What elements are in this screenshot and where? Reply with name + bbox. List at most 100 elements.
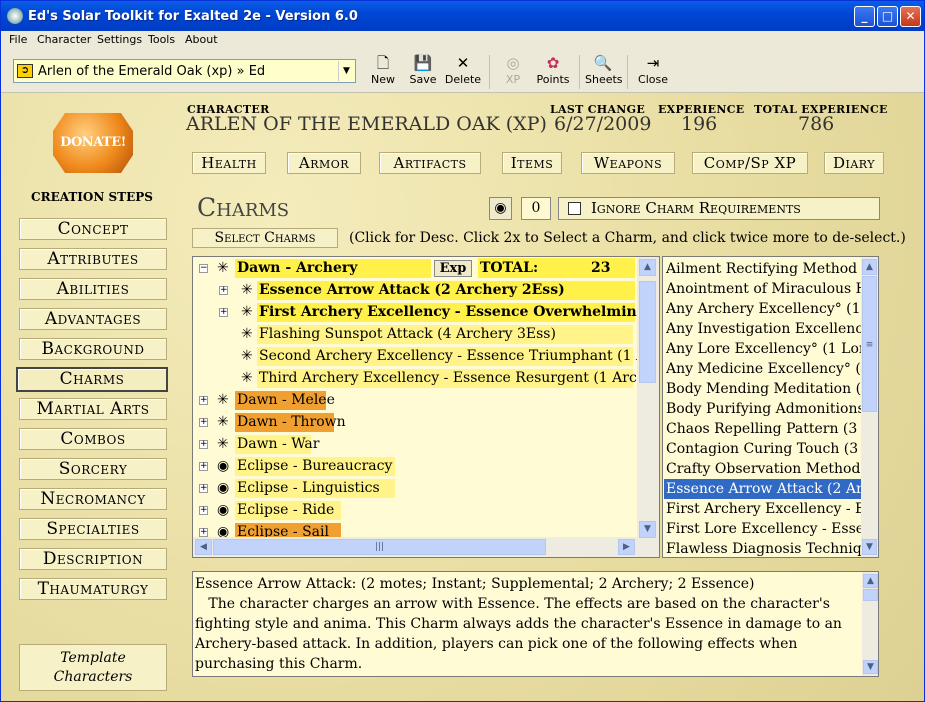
- tree-row[interactable]: + ◉ Eclipse - Ride: [193, 500, 637, 521]
- tree-row[interactable]: ✳ Flashing Sunspot Attack (4 Archery 3Ess…: [193, 324, 637, 345]
- expand-toggle-icon[interactable]: +: [199, 396, 208, 405]
- step-specialties[interactable]: Specialties: [19, 518, 167, 540]
- points-button[interactable]: ✿ Points: [536, 53, 570, 86]
- maximize-button[interactable]: □: [877, 6, 898, 27]
- menu-file[interactable]: File: [9, 33, 27, 46]
- tree-row[interactable]: ✳ Second Archery Excellency - Essence Tri…: [193, 346, 659, 367]
- step-abilities[interactable]: Abilities: [19, 278, 167, 300]
- save-button[interactable]: 💾 Save: [408, 53, 438, 86]
- expand-toggle-icon[interactable]: +: [219, 308, 228, 317]
- charm-list-item[interactable]: Any Investigation Excellency°: [666, 319, 863, 339]
- step-sorcery[interactable]: Sorcery: [19, 458, 167, 480]
- tree-scroll-up[interactable]: ▲: [639, 259, 656, 276]
- charm-list-item[interactable]: First Archery Excellency - Ess: [666, 499, 863, 519]
- tree-row[interactable]: + ✳ Essence Arrow Attack (2 Archery 2Ess): [193, 280, 637, 301]
- last-change-value: 6/27/2009: [554, 113, 652, 135]
- tree-row[interactable]: + ◉ Eclipse - Bureaucracy: [193, 456, 637, 477]
- charm-description[interactable]: Essence Arrow Attack: (2 motes; Instant;…: [192, 571, 879, 677]
- list-vscroll-thumb[interactable]: ≡: [862, 276, 877, 412]
- character-select[interactable]: ➲ Arlen of the Emerald Oak (xp) » Ed ▼: [13, 59, 356, 83]
- menu-tools[interactable]: Tools: [148, 33, 175, 46]
- tree-hscroll-thumb[interactable]: |||: [213, 539, 546, 555]
- expand-toggle-icon[interactable]: +: [199, 484, 208, 493]
- step-background[interactable]: Background: [19, 338, 167, 360]
- expand-toggle-icon[interactable]: +: [199, 418, 208, 427]
- tree-row[interactable]: + ✳ First Archery Excellency - Essence Ove…: [193, 302, 659, 323]
- charm-list-item[interactable]: Crafty Observation Method (: [666, 459, 863, 479]
- menu-settings[interactable]: Settings: [97, 33, 142, 46]
- expand-toggle-icon[interactable]: +: [199, 462, 208, 471]
- charm-list[interactable]: Ailment Rectifying Method (3 Anointment o…: [662, 256, 879, 558]
- step-necromancy[interactable]: Necromancy: [19, 488, 167, 510]
- tree-row[interactable]: + ✳ Dawn - Thrown: [193, 412, 637, 433]
- expand-toggle-icon[interactable]: +: [219, 286, 228, 295]
- ignore-requirements-toggle[interactable]: Ignore Charm Requirements: [558, 197, 880, 220]
- charm-tree[interactable]: − ✳ Dawn - Archery + ✳ Essence Arrow Attack (…: [192, 256, 660, 558]
- charm-list-item[interactable]: Contagion Curing Touch (3 M: [666, 439, 863, 459]
- step-attributes[interactable]: Attributes: [19, 248, 167, 270]
- donate-button[interactable]: DONATE!: [53, 113, 133, 173]
- xp-button[interactable]: ◎ XP: [501, 53, 525, 86]
- sheets-button[interactable]: 🔍 Sheets: [585, 53, 623, 86]
- desc-vscroll-thumb[interactable]: [863, 589, 878, 601]
- tree-scroll-left[interactable]: ◀: [195, 539, 212, 555]
- list-scroll-down[interactable]: ▼: [862, 539, 877, 555]
- tree-row[interactable]: + ✳ Dawn - War: [193, 434, 637, 455]
- menu-character[interactable]: Character: [37, 33, 91, 46]
- step-charms[interactable]: Charms: [16, 367, 168, 392]
- description-header: Essence Arrow Attack: (2 motes; Instant;…: [195, 576, 755, 592]
- expand-all-button[interactable]: Exp: [434, 260, 472, 277]
- charm-list-item[interactable]: Ailment Rectifying Method (3: [666, 259, 863, 279]
- tree-scroll-right[interactable]: ▶: [618, 539, 635, 555]
- tab-health[interactable]: Health: [192, 152, 266, 174]
- tree-row[interactable]: + ✳ Dawn - Melee: [193, 390, 637, 411]
- charm-list-item[interactable]: Flawless Diagnosis Technique: [666, 539, 863, 557]
- tree-row[interactable]: ✳ Third Archery Excellency - Essence Resu…: [193, 368, 659, 389]
- tab-comp-sp-xp[interactable]: Comp/Sp XP: [692, 152, 808, 174]
- ignore-requirements-checkbox[interactable]: [568, 202, 581, 215]
- desc-scroll-up[interactable]: ▲: [863, 574, 878, 588]
- step-concept[interactable]: Concept: [19, 218, 167, 240]
- minimize-button[interactable]: _: [854, 6, 875, 27]
- expand-toggle-icon[interactable]: +: [199, 440, 208, 449]
- tree-vscroll-thumb[interactable]: [639, 281, 656, 383]
- expand-toggle-icon[interactable]: +: [199, 528, 208, 537]
- step-combos[interactable]: Combos: [19, 428, 167, 450]
- step-advantages[interactable]: Advantages: [19, 308, 167, 330]
- expand-toggle-icon[interactable]: −: [199, 264, 208, 273]
- charm-list-item[interactable]: Essence Arrow Attack (2 Arc: [664, 479, 861, 499]
- desc-scroll-down[interactable]: ▼: [863, 660, 878, 674]
- delete-button[interactable]: ✕ Delete: [444, 53, 482, 86]
- sun-caste-icon[interactable]: ◉: [489, 197, 512, 220]
- template-characters-label: Template Characters: [53, 650, 133, 685]
- charm-list-item[interactable]: Body Purifying Admonitions: [666, 399, 863, 419]
- menu-about[interactable]: About: [185, 33, 218, 46]
- charm-list-item[interactable]: Anointment of Miraculous He: [666, 279, 863, 299]
- charm-list-item[interactable]: Any Medicine Excellency° (1: [666, 359, 863, 379]
- charm-list-item[interactable]: Body Mending Meditation (1: [666, 379, 863, 399]
- title-bar[interactable]: Ed's Solar Toolkit for Exalted 2e - Vers…: [1, 1, 924, 31]
- step-martial-arts[interactable]: Martial Arts: [19, 398, 167, 420]
- charm-list-item[interactable]: Any Lore Excellency° (1 Lore: [666, 339, 863, 359]
- tab-armor[interactable]: Armor: [287, 152, 361, 174]
- sheets-icon: 🔍: [593, 54, 613, 72]
- close-window-button[interactable]: ✕: [900, 6, 921, 27]
- tab-artifacts[interactable]: Artifacts: [379, 152, 481, 174]
- charm-list-item[interactable]: First Lore Excellency - Essence: [666, 519, 863, 539]
- points-label: Points: [536, 73, 570, 86]
- new-button[interactable]: 🗋 New: [369, 53, 397, 86]
- chevron-down-icon[interactable]: ▼: [338, 61, 354, 81]
- step-description[interactable]: Description: [19, 548, 167, 570]
- tab-items[interactable]: Items: [502, 152, 562, 174]
- charm-list-item[interactable]: Chaos Repelling Pattern (3 L: [666, 419, 863, 439]
- template-characters-button[interactable]: Template Characters: [19, 644, 167, 691]
- expand-toggle-icon[interactable]: +: [199, 506, 208, 515]
- list-scroll-up[interactable]: ▲: [862, 259, 877, 275]
- step-thaumaturgy[interactable]: Thaumaturgy: [19, 578, 167, 600]
- close-button[interactable]: ⇥ Close: [638, 53, 668, 86]
- tree-row[interactable]: + ◉ Eclipse - Linguistics: [193, 478, 637, 499]
- tab-diary[interactable]: Diary: [824, 152, 884, 174]
- charm-list-item[interactable]: Any Archery Excellency° (1 A: [666, 299, 863, 319]
- tab-weapons[interactable]: Weapons: [581, 152, 675, 174]
- tree-scroll-down[interactable]: ▼: [639, 521, 656, 538]
